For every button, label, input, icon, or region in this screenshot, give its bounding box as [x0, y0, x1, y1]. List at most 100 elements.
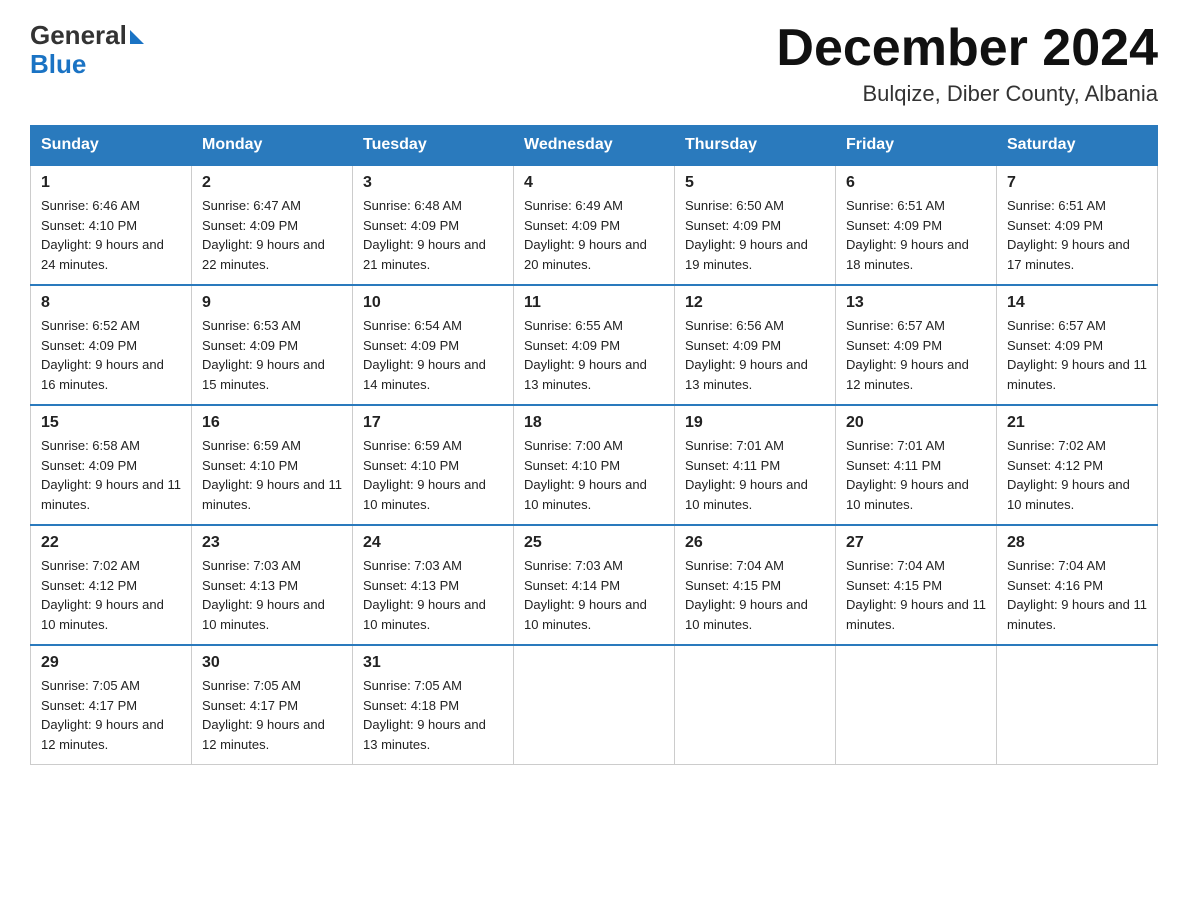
- calendar-header: SundayMondayTuesdayWednesdayThursdayFrid…: [31, 126, 1158, 166]
- day-number: 30: [202, 654, 342, 672]
- day-info: Sunrise: 6:59 AMSunset: 4:10 PMDaylight:…: [202, 436, 342, 514]
- day-number: 15: [41, 414, 181, 432]
- calendar-body: 1 Sunrise: 6:46 AMSunset: 4:10 PMDaylight…: [31, 165, 1158, 765]
- day-info: Sunrise: 6:49 AMSunset: 4:09 PMDaylight:…: [524, 196, 664, 274]
- day-number: 2: [202, 174, 342, 192]
- day-number: 22: [41, 534, 181, 552]
- day-info: Sunrise: 7:05 AMSunset: 4:18 PMDaylight:…: [363, 676, 503, 754]
- day-number: 4: [524, 174, 664, 192]
- day-number: 9: [202, 294, 342, 312]
- day-info: Sunrise: 7:00 AMSunset: 4:10 PMDaylight:…: [524, 436, 664, 514]
- day-number: 19: [685, 414, 825, 432]
- calendar-day: 18 Sunrise: 7:00 AMSunset: 4:10 PMDayligh…: [514, 405, 675, 525]
- day-number: 13: [846, 294, 986, 312]
- day-info: Sunrise: 7:04 AMSunset: 4:15 PMDaylight:…: [685, 556, 825, 634]
- calendar-day: [514, 645, 675, 765]
- calendar-day: 16Sunrise: 6:59 AMSunset: 4:10 PMDayligh…: [192, 405, 353, 525]
- day-number: 21: [1007, 414, 1147, 432]
- day-number: 17: [363, 414, 503, 432]
- day-number: 24: [363, 534, 503, 552]
- day-number: 25: [524, 534, 664, 552]
- calendar-day: 12Sunrise: 6:56 AMSunset: 4:09 PMDayligh…: [675, 285, 836, 405]
- day-info: Sunrise: 6:53 AMSunset: 4:09 PMDaylight:…: [202, 316, 342, 394]
- day-number: 1: [41, 174, 181, 192]
- day-number: 29: [41, 654, 181, 672]
- day-info: Sunrise: 6:48 AMSunset: 4:09 PMDaylight:…: [363, 196, 503, 274]
- day-header-friday: Friday: [836, 126, 997, 166]
- calendar-day: [675, 645, 836, 765]
- calendar-day: 31Sunrise: 7:05 AMSunset: 4:18 PMDayligh…: [353, 645, 514, 765]
- calendar-day: 29 Sunrise: 7:05 AMSunset: 4:17 PMDayligh…: [31, 645, 192, 765]
- day-info: Sunrise: 6:57 AMSunset: 4:09 PMDaylight:…: [846, 316, 986, 394]
- calendar-day: 19Sunrise: 7:01 AMSunset: 4:11 PMDayligh…: [675, 405, 836, 525]
- day-header-tuesday: Tuesday: [353, 126, 514, 166]
- calendar-day: 20 Sunrise: 7:01 AMSunset: 4:11 PMDayligh…: [836, 405, 997, 525]
- day-number: 27: [846, 534, 986, 552]
- day-header-sunday: Sunday: [31, 126, 192, 166]
- day-number: 6: [846, 174, 986, 192]
- location-subtitle: Bulqize, Diber County, Albania: [776, 81, 1158, 107]
- logo: General Blue: [30, 20, 144, 80]
- calendar-day: 10 Sunrise: 6:54 AMSunset: 4:09 PMDayligh…: [353, 285, 514, 405]
- calendar-week-5: 29 Sunrise: 7:05 AMSunset: 4:17 PMDayligh…: [31, 645, 1158, 765]
- calendar-week-3: 15Sunrise: 6:58 AMSunset: 4:09 PMDayligh…: [31, 405, 1158, 525]
- calendar-day: 1 Sunrise: 6:46 AMSunset: 4:10 PMDaylight…: [31, 165, 192, 285]
- day-info: Sunrise: 7:05 AMSunset: 4:17 PMDaylight:…: [41, 676, 181, 754]
- day-info: Sunrise: 6:59 AMSunset: 4:10 PMDaylight:…: [363, 436, 503, 514]
- day-number: 14: [1007, 294, 1147, 312]
- calendar-day: 5 Sunrise: 6:50 AMSunset: 4:09 PMDaylight…: [675, 165, 836, 285]
- calendar-day: 7 Sunrise: 6:51 AMSunset: 4:09 PMDaylight…: [997, 165, 1158, 285]
- calendar-week-1: 1 Sunrise: 6:46 AMSunset: 4:10 PMDaylight…: [31, 165, 1158, 285]
- day-info: Sunrise: 7:02 AMSunset: 4:12 PMDaylight:…: [41, 556, 181, 634]
- day-info: Sunrise: 7:02 AMSunset: 4:12 PMDaylight:…: [1007, 436, 1147, 514]
- calendar-day: 24 Sunrise: 7:03 AMSunset: 4:13 PMDayligh…: [353, 525, 514, 645]
- calendar-day: 4 Sunrise: 6:49 AMSunset: 4:09 PMDaylight…: [514, 165, 675, 285]
- title-block: December 2024 Bulqize, Diber County, Alb…: [776, 20, 1158, 107]
- calendar-day: 17 Sunrise: 6:59 AMSunset: 4:10 PMDayligh…: [353, 405, 514, 525]
- calendar-day: 3 Sunrise: 6:48 AMSunset: 4:09 PMDaylight…: [353, 165, 514, 285]
- day-info: Sunrise: 7:03 AMSunset: 4:13 PMDaylight:…: [363, 556, 503, 634]
- calendar-week-4: 22 Sunrise: 7:02 AMSunset: 4:12 PMDayligh…: [31, 525, 1158, 645]
- logo-general-text: General: [30, 20, 127, 51]
- day-number: 20: [846, 414, 986, 432]
- calendar-day: 13 Sunrise: 6:57 AMSunset: 4:09 PMDayligh…: [836, 285, 997, 405]
- calendar-day: 6Sunrise: 6:51 AMSunset: 4:09 PMDaylight…: [836, 165, 997, 285]
- calendar-day: 26Sunrise: 7:04 AMSunset: 4:15 PMDayligh…: [675, 525, 836, 645]
- day-info: Sunrise: 7:04 AMSunset: 4:15 PMDaylight:…: [846, 556, 986, 634]
- day-info: Sunrise: 6:50 AMSunset: 4:09 PMDaylight:…: [685, 196, 825, 274]
- calendar-day: 22 Sunrise: 7:02 AMSunset: 4:12 PMDayligh…: [31, 525, 192, 645]
- day-header-saturday: Saturday: [997, 126, 1158, 166]
- calendar-day: 23Sunrise: 7:03 AMSunset: 4:13 PMDayligh…: [192, 525, 353, 645]
- month-title: December 2024: [776, 20, 1158, 77]
- days-header-row: SundayMondayTuesdayWednesdayThursdayFrid…: [31, 126, 1158, 166]
- day-info: Sunrise: 7:04 AMSunset: 4:16 PMDaylight:…: [1007, 556, 1147, 634]
- day-info: Sunrise: 6:51 AMSunset: 4:09 PMDaylight:…: [1007, 196, 1147, 274]
- day-number: 10: [363, 294, 503, 312]
- calendar-day: 27 Sunrise: 7:04 AMSunset: 4:15 PMDayligh…: [836, 525, 997, 645]
- logo-blue-text: Blue: [30, 49, 144, 80]
- day-info: Sunrise: 7:03 AMSunset: 4:13 PMDaylight:…: [202, 556, 342, 634]
- calendar-day: 9 Sunrise: 6:53 AMSunset: 4:09 PMDaylight…: [192, 285, 353, 405]
- page-header: General Blue December 2024 Bulqize, Dibe…: [30, 20, 1158, 107]
- day-info: Sunrise: 6:56 AMSunset: 4:09 PMDaylight:…: [685, 316, 825, 394]
- day-header-monday: Monday: [192, 126, 353, 166]
- day-number: 3: [363, 174, 503, 192]
- day-info: Sunrise: 6:54 AMSunset: 4:09 PMDaylight:…: [363, 316, 503, 394]
- calendar-day: 28 Sunrise: 7:04 AMSunset: 4:16 PMDayligh…: [997, 525, 1158, 645]
- day-header-wednesday: Wednesday: [514, 126, 675, 166]
- calendar-week-2: 8Sunrise: 6:52 AMSunset: 4:09 PMDaylight…: [31, 285, 1158, 405]
- logo-triangle-icon: [130, 30, 144, 44]
- day-info: Sunrise: 7:01 AMSunset: 4:11 PMDaylight:…: [846, 436, 986, 514]
- day-number: 8: [41, 294, 181, 312]
- day-number: 7: [1007, 174, 1147, 192]
- calendar-day: 30Sunrise: 7:05 AMSunset: 4:17 PMDayligh…: [192, 645, 353, 765]
- day-number: 28: [1007, 534, 1147, 552]
- day-number: 18: [524, 414, 664, 432]
- day-number: 5: [685, 174, 825, 192]
- calendar-day: [836, 645, 997, 765]
- calendar-day: [997, 645, 1158, 765]
- calendar-day: 8Sunrise: 6:52 AMSunset: 4:09 PMDaylight…: [31, 285, 192, 405]
- calendar-day: 15Sunrise: 6:58 AMSunset: 4:09 PMDayligh…: [31, 405, 192, 525]
- day-info: Sunrise: 6:46 AMSunset: 4:10 PMDaylight:…: [41, 196, 181, 274]
- calendar-day: 2Sunrise: 6:47 AMSunset: 4:09 PMDaylight…: [192, 165, 353, 285]
